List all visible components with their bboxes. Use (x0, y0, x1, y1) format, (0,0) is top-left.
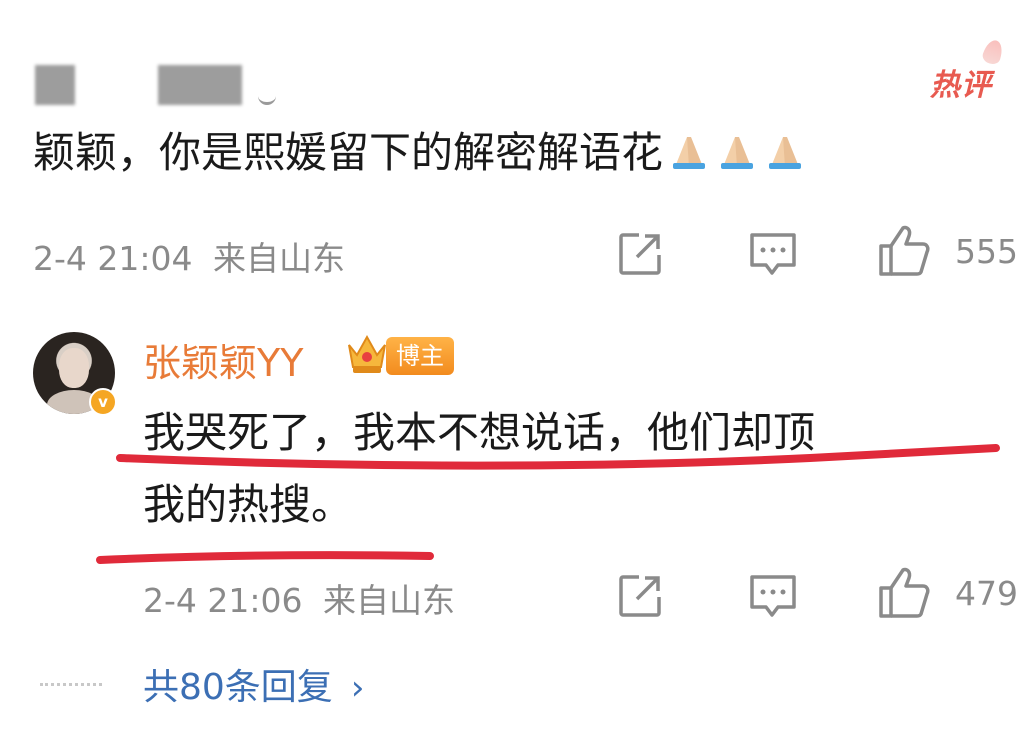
comment-text: 颖颖，你是熙媛留下的解密解语花 (33, 128, 664, 177)
more-replies-link[interactable]: 共80条回复 › (143, 658, 364, 710)
pray-emoji (769, 137, 802, 169)
share-icon[interactable] (617, 573, 663, 619)
underline-annotation (96, 551, 434, 564)
underline-annotation (116, 444, 1000, 470)
comment-icon[interactable] (748, 231, 798, 277)
reply-time: 2-4 21:06 (143, 581, 303, 620)
more-replies-label: 共80条回复 (143, 667, 333, 708)
crown-icon (348, 334, 386, 373)
like-icon[interactable] (877, 566, 931, 620)
like-icon[interactable] (877, 224, 931, 278)
reply-username[interactable]: 张颖颖YY (143, 332, 303, 387)
blurred-avatar (35, 65, 75, 105)
chevron-right-icon: › (350, 668, 365, 708)
blurred-username (158, 65, 242, 105)
comment-icon[interactable] (748, 573, 798, 619)
share-icon[interactable] (617, 231, 663, 277)
comment-like-count: 555 (955, 232, 1018, 271)
comment-meta: 2-4 21:04 来自山东 (33, 232, 345, 280)
pray-emoji (721, 137, 754, 169)
blur-dot (258, 92, 276, 105)
divider (40, 683, 102, 686)
verified-icon: v (89, 388, 117, 416)
comment-time: 2-4 21:04 (33, 239, 193, 278)
reply-meta: 2-4 21:06 来自山东 (143, 574, 455, 622)
reply-location: 来自山东 (323, 581, 455, 620)
author-badge: 博主 (386, 337, 454, 375)
reply-like-count: 479 (955, 574, 1018, 613)
pray-emoji (673, 137, 706, 169)
flame-icon (980, 37, 1006, 67)
comment-location: 来自山东 (213, 239, 345, 278)
hot-comment-badge: 热评 (930, 37, 1006, 104)
comment-text-row: 颖颖，你是熙媛留下的解密解语花 (33, 124, 807, 182)
